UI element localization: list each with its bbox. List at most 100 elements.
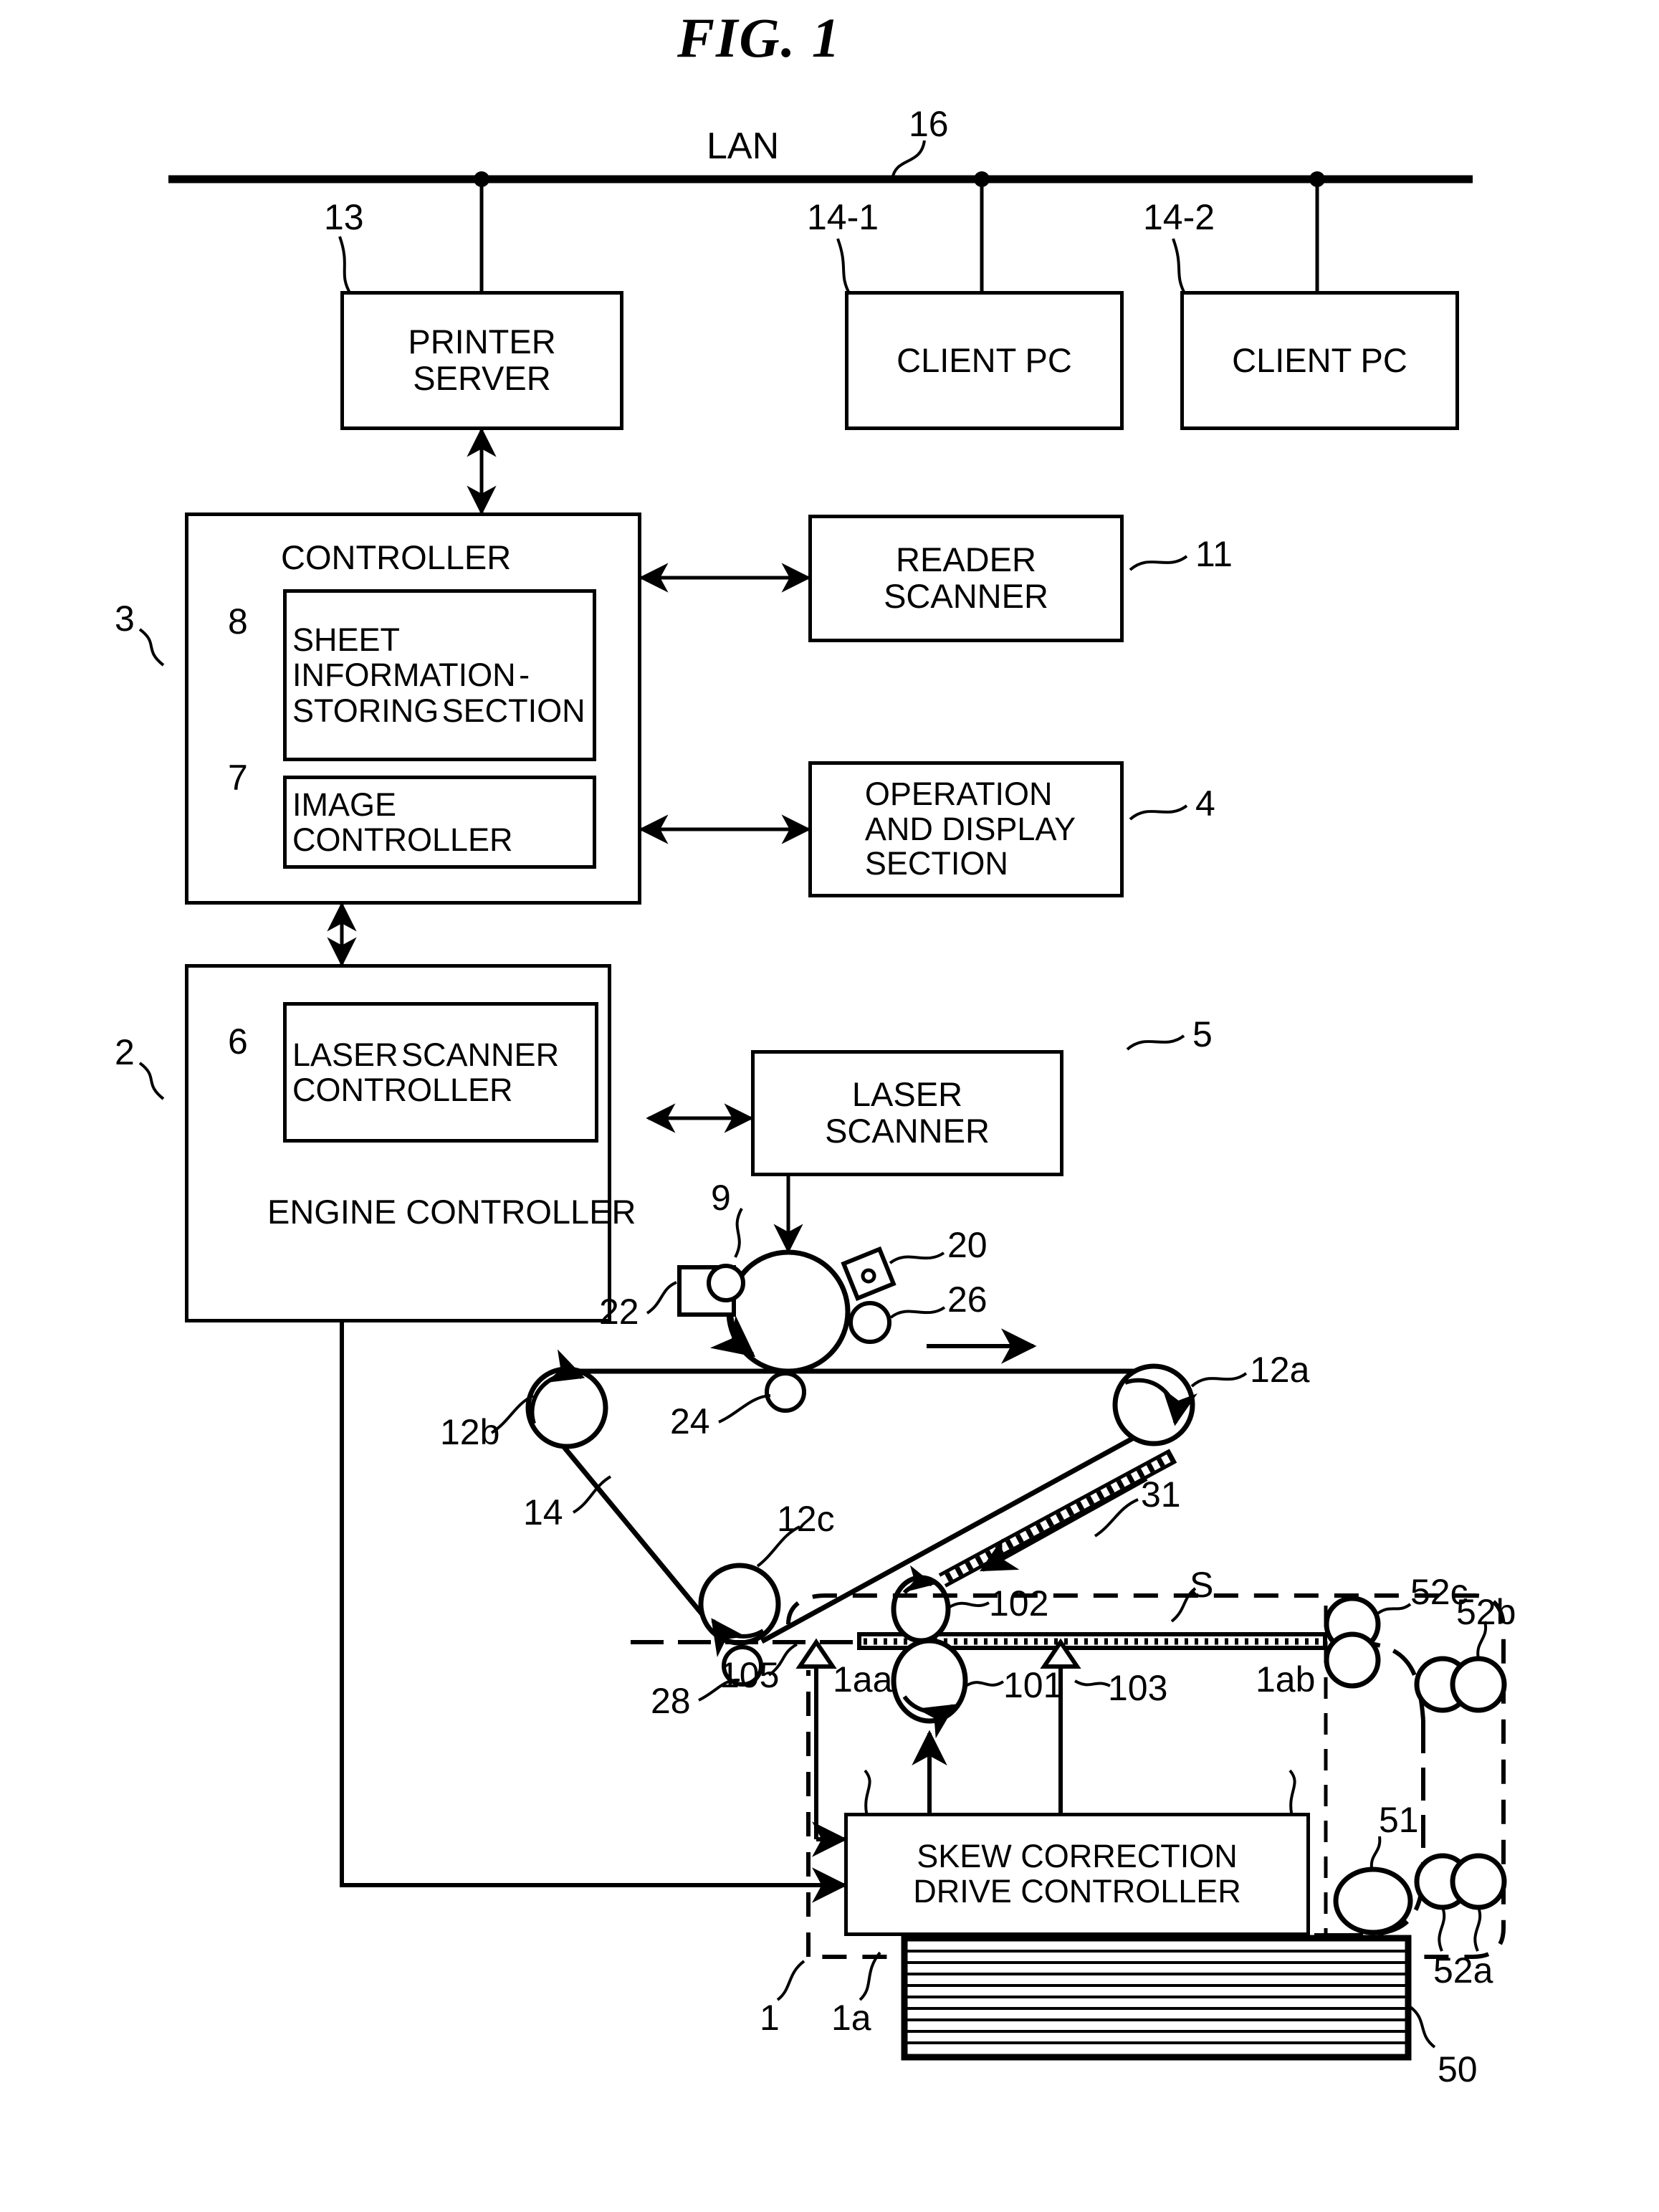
- ref-5: 5: [1192, 1014, 1213, 1054]
- ref-102: 102: [989, 1583, 1049, 1624]
- leader-51: [1369, 1836, 1382, 1869]
- image-controller-box[interactable]: IMAGE CONTROLLER: [283, 776, 596, 869]
- image-controller-line2: CONTROLLER: [292, 821, 513, 858]
- ref-S: S: [1190, 1565, 1214, 1605]
- ref-12b: 12b: [440, 1412, 500, 1452]
- lsc-line3: CONTROLLER: [292, 1072, 513, 1108]
- lan-node-dot: [474, 171, 489, 187]
- ref-4: 4: [1195, 783, 1215, 824]
- leader-4: [1129, 804, 1188, 821]
- leader-1: [776, 1960, 805, 2001]
- operation-display-line3: SECTION: [864, 845, 1008, 882]
- laser-scanner-line1: LASER: [851, 1075, 963, 1114]
- skew-correction-drive-controller-box[interactable]: SKEW CORRECTION DRIVE CONTROLLER: [844, 1813, 1310, 1936]
- leader-12a: [1190, 1372, 1248, 1388]
- client-pc-1-box[interactable]: CLIENT PC: [845, 291, 1124, 430]
- ref-14: 14: [523, 1492, 563, 1532]
- guide-direction-arrow: [980, 1477, 1148, 1572]
- printer-server-line2: SERVER: [413, 359, 551, 397]
- ref-51: 51: [1379, 1800, 1419, 1840]
- engine-controller-label: ENGINE CONTROLLER: [267, 1193, 636, 1231]
- client-pc-2-label: CLIENT PC: [1232, 340, 1407, 379]
- sheet-stack-50: [901, 1935, 1412, 2061]
- leader-3: [138, 628, 165, 667]
- ref-1: 1: [760, 1998, 780, 2038]
- reader-scanner-box[interactable]: READER SCANNER: [808, 515, 1124, 642]
- leader-52a-left: [1438, 1907, 1446, 1952]
- controller-label: CONTROLLER: [281, 538, 512, 576]
- ref-24: 24: [670, 1401, 710, 1441]
- leader-11: [1129, 555, 1188, 571]
- leader-20: [889, 1252, 945, 1264]
- sheet-information-storing-section-box[interactable]: SHEET INFORMATION -STORING SECTION: [283, 589, 596, 761]
- printer-server-box[interactable]: PRINTER SERVER: [340, 291, 623, 430]
- leader-2: [138, 1062, 165, 1100]
- skew-correction-line1: SKEW CORRECTION: [917, 1838, 1238, 1875]
- operation-display-line1: OPERATION: [864, 776, 1053, 813]
- ref-103: 103: [1108, 1668, 1168, 1708]
- leader-13: [338, 236, 352, 295]
- ref-26: 26: [947, 1279, 988, 1320]
- engine-controller-line2: CONTROLLER: [406, 1193, 636, 1231]
- ref-20: 20: [947, 1225, 988, 1265]
- ref-11: 11: [1195, 534, 1233, 574]
- ref-12a: 12a: [1250, 1350, 1310, 1390]
- leader-9: [734, 1208, 743, 1258]
- leader-22: [646, 1281, 677, 1315]
- ref-52a: 52a: [1433, 1950, 1493, 1991]
- client-pc-2-box[interactable]: CLIENT PC: [1180, 291, 1459, 430]
- pickup-roller-51: [1333, 1867, 1413, 1935]
- ref-16: 16: [909, 104, 949, 144]
- sheet-info-line2: INFORMATION: [292, 657, 516, 694]
- lan-label: LAN: [707, 125, 780, 167]
- leader-5: [1126, 1034, 1185, 1051]
- leader-14-1: [836, 238, 851, 295]
- leader-52c: [1374, 1603, 1412, 1616]
- ref-101: 101: [1003, 1665, 1063, 1705]
- ref-31: 31: [1141, 1474, 1181, 1515]
- lsc-line2: SCANNER: [401, 1036, 560, 1073]
- ref-28: 28: [651, 1681, 691, 1721]
- sensor-105-marker: [795, 1638, 837, 1669]
- ref-105: 105: [719, 1655, 780, 1695]
- lan-node-dot: [974, 171, 990, 187]
- leader-16: [891, 140, 926, 180]
- leader-50: [1409, 2006, 1436, 2049]
- printer-server-line1: PRINTER: [408, 323, 556, 361]
- transfer-roller: [765, 1371, 806, 1413]
- leader-14-2: [1172, 238, 1187, 295]
- leader-26: [889, 1306, 946, 1319]
- leader-1ab: [1289, 1769, 1296, 1817]
- laser-scanner-line2: SCANNER: [825, 1112, 990, 1150]
- ref-1ab: 1ab: [1256, 1659, 1316, 1699]
- laser-scanner-box[interactable]: LASER SCANNER: [751, 1050, 1063, 1176]
- lan-node-dot: [1309, 171, 1325, 187]
- ref-50: 50: [1438, 2049, 1478, 2089]
- ref-9: 9: [711, 1178, 731, 1218]
- belt-roller-12a: [1112, 1363, 1195, 1446]
- ref-12c: 12c: [777, 1499, 835, 1539]
- ref-6: 6: [228, 1021, 248, 1062]
- feed-roller-pair-52c: [1324, 1596, 1381, 1689]
- reader-scanner-line1: READER: [896, 540, 1036, 579]
- ref-2: 2: [115, 1032, 135, 1072]
- belt-roller-12c: [698, 1563, 781, 1646]
- leader-102: [948, 1601, 990, 1608]
- operation-and-display-section-box[interactable]: OPERATION AND DISPLAY SECTION: [808, 761, 1124, 897]
- feed-roller-pair-52a: [1414, 1853, 1507, 1910]
- leader-52a-right: [1473, 1907, 1482, 1952]
- operation-display-line2: AND DISPLAY: [864, 810, 1076, 847]
- ref-3: 3: [115, 599, 135, 639]
- leader-24: [718, 1394, 771, 1424]
- belt-roller-12b: [525, 1366, 608, 1449]
- developing-device: [841, 1246, 897, 1302]
- feed-roller-pair-52b: [1414, 1656, 1507, 1713]
- lsc-line1: LASER: [292, 1036, 398, 1073]
- client-pc-1-label: CLIENT PC: [897, 340, 1072, 379]
- ref-7: 7: [228, 758, 248, 798]
- ref-1a: 1a: [831, 1998, 871, 2038]
- leader-1a: [859, 1951, 881, 2001]
- charging-roller: [848, 1301, 891, 1344]
- drive-roller-101: [891, 1638, 968, 1724]
- laser-scanner-controller-box[interactable]: LASER SCANNER CONTROLLER: [283, 1002, 598, 1143]
